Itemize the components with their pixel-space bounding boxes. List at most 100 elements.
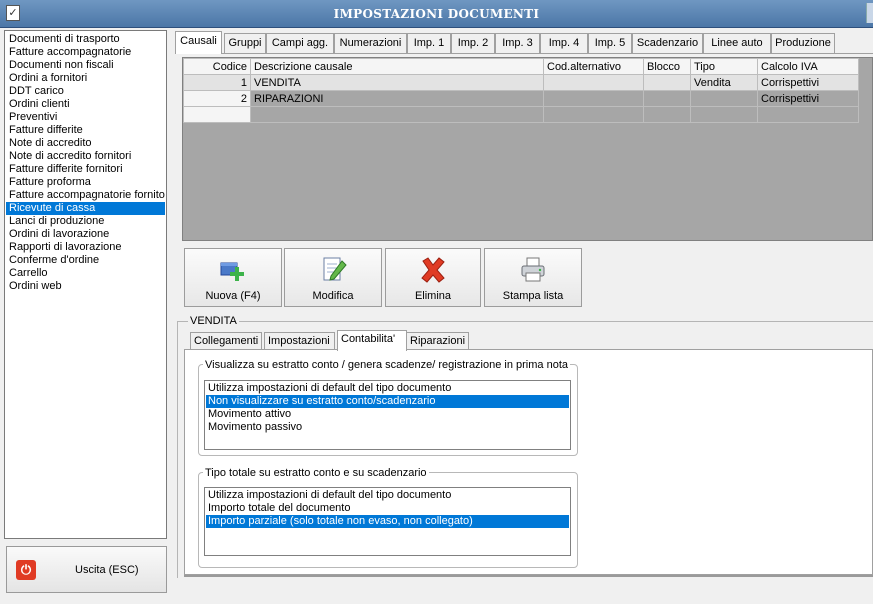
exit-button[interactable]: ⏻ Uscita (ESC)	[6, 546, 167, 593]
doc-type-item[interactable]: Documenti di trasporto	[6, 33, 165, 46]
cell-codice[interactable]: 2	[183, 90, 251, 107]
col-header-tipo[interactable]: Tipo	[690, 58, 758, 75]
doc-type-item[interactable]: Rapporti di lavorazione	[6, 241, 165, 254]
option-item[interactable]: Non visualizzare su estratto conto/scade…	[206, 395, 569, 408]
document-type-list[interactable]: Documenti di trasporto Fatture accompagna…	[4, 30, 167, 539]
option-item[interactable]: Importo totale del documento	[206, 502, 569, 515]
causali-grid: Codice Descrizione causale Cod.alternati…	[183, 58, 859, 123]
add-window-icon	[220, 262, 244, 281]
tab-imp-3[interactable]: Imp. 3	[495, 33, 540, 53]
tab-causali[interactable]: Causali	[175, 31, 222, 54]
cell-cod-alternativo[interactable]	[543, 90, 644, 107]
doc-type-item[interactable]: Documenti non fiscali	[6, 59, 165, 72]
doc-type-item[interactable]: Fatture accompagnatorie	[6, 46, 165, 59]
cell-blocco[interactable]	[643, 90, 691, 107]
table-row[interactable]: 1 VENDITA Vendita Corrispettivi	[183, 74, 859, 91]
doc-type-item[interactable]: Lanci di produzione	[6, 215, 165, 228]
edit-document-icon	[323, 257, 347, 281]
option-item[interactable]: Utilizza impostazioni di default del tip…	[206, 382, 569, 395]
cell-blocco[interactable]	[643, 74, 691, 91]
col-header-codice[interactable]: Codice	[183, 58, 251, 75]
subtab-contabilita[interactable]: Contabilita'	[337, 330, 407, 351]
tab-imp-2[interactable]: Imp. 2	[451, 33, 495, 53]
new-row[interactable]	[183, 106, 859, 123]
cell-calcolo-iva[interactable]: Corrispettivi	[757, 90, 859, 107]
doc-type-item[interactable]: DDT carico	[6, 85, 165, 98]
exit-button-label: Uscita (ESC)	[75, 564, 139, 576]
tab-produzione[interactable]: Produzione	[771, 33, 835, 53]
doc-type-item[interactable]: Fatture proforma	[6, 176, 165, 189]
estratto-conto-option-list[interactable]: Utilizza impostazioni di default del tip…	[204, 380, 571, 450]
doc-type-item[interactable]: Note di accredito fornitori	[6, 150, 165, 163]
option-item[interactable]: Movimento passivo	[206, 421, 569, 434]
col-header-blocco[interactable]: Blocco	[643, 58, 691, 75]
title-bar: ✓ IMPOSTAZIONI DOCUMENTI	[0, 0, 873, 28]
power-icon: ⏻	[16, 560, 36, 580]
doc-type-item[interactable]: Ricevute di cassa	[6, 202, 165, 215]
doc-type-item[interactable]: Ordini a fornitori	[6, 72, 165, 85]
tab-scadenzario[interactable]: Scadenzario	[632, 33, 703, 53]
doc-type-item[interactable]: Carrello	[6, 267, 165, 280]
option-item[interactable]: Importo parziale (solo totale non evaso,…	[206, 515, 569, 528]
tab-imp-1[interactable]: Imp. 1	[407, 33, 451, 53]
doc-type-item[interactable]: Preventivi	[6, 111, 165, 124]
window-title: IMPOSTAZIONI DOCUMENTI	[333, 7, 540, 21]
option-item[interactable]: Utilizza impostazioni di default del tip…	[206, 489, 569, 502]
cell-empty[interactable]	[543, 106, 644, 123]
doc-type-item[interactable]: Note di accredito	[6, 137, 165, 150]
col-header-calcolo-iva[interactable]: Calcolo IVA	[757, 58, 859, 75]
option-item[interactable]: Movimento attivo	[206, 408, 569, 421]
contabilita-panel: Visualizza su estratto conto / genera sc…	[184, 349, 873, 575]
new-button-label: Nuova (F4)	[205, 290, 261, 302]
cell-calcolo-iva[interactable]: Corrispettivi	[757, 74, 859, 91]
cell-codice[interactable]: 1	[183, 74, 251, 91]
tab-imp-4[interactable]: Imp. 4	[540, 33, 588, 53]
subtab-collegamenti[interactable]: Collegamenti	[190, 332, 262, 350]
cell-empty[interactable]	[690, 106, 758, 123]
print-list-button[interactable]: Stampa lista	[484, 248, 582, 307]
panel-bottom-border	[184, 575, 873, 577]
cell-cod-alternativo[interactable]	[543, 74, 644, 91]
col-header-cod-alternativo[interactable]: Cod.alternativo	[543, 58, 644, 75]
doc-type-item[interactable]: Ordini di lavorazione	[6, 228, 165, 241]
causale-detail-title: VENDITA	[188, 315, 239, 327]
tab-gruppi[interactable]: Gruppi	[224, 33, 266, 53]
cell-descrizione[interactable]: RIPARAZIONI	[250, 90, 544, 107]
edit-button-label: Modifica	[312, 290, 354, 302]
causali-grid-area[interactable]: Codice Descrizione causale Cod.alternati…	[182, 57, 873, 241]
estratto-conto-group-label: Visualizza su estratto conto / genera sc…	[203, 359, 570, 371]
new-button[interactable]: Nuova (F4)	[184, 248, 282, 307]
doc-type-item[interactable]: Conferme d'ordine	[6, 254, 165, 267]
window-control[interactable]	[866, 3, 873, 23]
subtab-impostazioni[interactable]: Impostazioni	[264, 332, 335, 350]
cell-tipo[interactable]	[690, 90, 758, 107]
tab-campi-agg[interactable]: Campi agg.	[266, 33, 334, 53]
tab-linee-auto[interactable]: Linee auto	[703, 33, 771, 53]
doc-type-item[interactable]: Fatture differite	[6, 124, 165, 137]
tab-numerazioni[interactable]: Numerazioni	[334, 33, 407, 53]
doc-type-item[interactable]: Ordini web	[6, 280, 165, 293]
delete-x-icon	[421, 257, 445, 283]
delete-button-label: Elimina	[414, 290, 452, 302]
col-header-descrizione[interactable]: Descrizione causale	[250, 58, 544, 75]
print-list-button-label: Stampa lista	[502, 290, 564, 302]
cell-empty[interactable]	[643, 106, 691, 123]
doc-type-item[interactable]: Fatture accompagnatorie fornitori	[6, 189, 165, 202]
tab-imp-5[interactable]: Imp. 5	[588, 33, 632, 53]
tab-divider	[175, 53, 873, 54]
cell-empty[interactable]	[250, 106, 544, 123]
cell-tipo[interactable]: Vendita	[690, 74, 758, 91]
doc-type-item[interactable]: Ordini clienti	[6, 98, 165, 111]
tipo-totale-group-label: Tipo totale su estratto conto e su scade…	[203, 467, 429, 479]
delete-button[interactable]: Elimina	[385, 248, 481, 307]
cell-empty[interactable]	[183, 106, 251, 123]
printer-icon	[521, 257, 545, 282]
doc-type-item[interactable]: Fatture differite fornitori	[6, 163, 165, 176]
grid-header-row: Codice Descrizione causale Cod.alternati…	[183, 58, 859, 75]
cell-empty[interactable]	[757, 106, 859, 123]
table-row[interactable]: 2 RIPARAZIONI Corrispettivi	[183, 90, 859, 107]
subtab-riparazioni[interactable]: Riparazioni	[406, 332, 469, 350]
cell-descrizione[interactable]: VENDITA	[250, 74, 544, 91]
tipo-totale-option-list[interactable]: Utilizza impostazioni di default del tip…	[204, 487, 571, 556]
edit-button[interactable]: Modifica	[284, 248, 382, 307]
